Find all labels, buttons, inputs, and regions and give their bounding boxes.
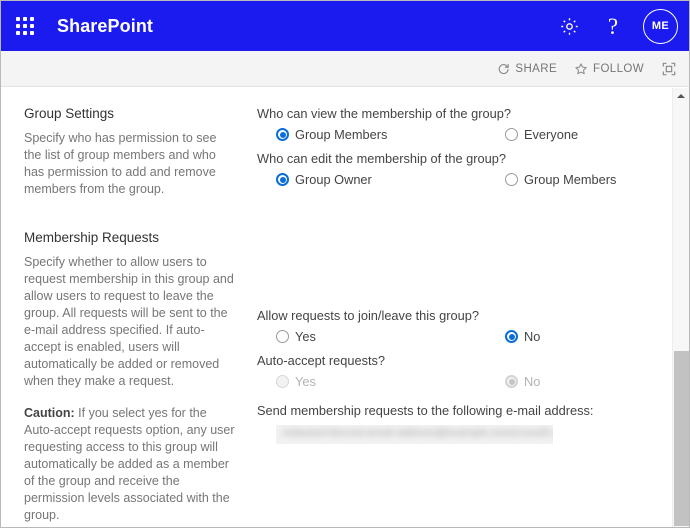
share-label: SHARE [515,62,558,75]
command-bar: SHARE FOLLOW [1,51,689,87]
avatar[interactable]: ME [643,8,678,44]
group-settings-description-block: Group Settings Specify who has permissio… [24,106,236,198]
app-launcher-icon[interactable] [1,1,49,51]
descriptions-column: Group Settings Specify who has permissio… [24,106,236,524]
membership-requests-fields: Allow requests to join/leave this group?… [257,308,657,444]
radio-edit-group-members[interactable]: Group Members [505,172,616,187]
radio-view-group-members[interactable]: Group Members [257,127,505,142]
help-glyph: ? [607,13,619,39]
help-icon[interactable]: ? [591,1,635,51]
radio-mark[interactable] [505,128,518,141]
radio-mark[interactable] [276,330,289,343]
sharepoint-window: SharePoint ? ME SHARE FOLLOW Group Setti… [0,0,690,528]
email-input-value: redacted-blurred-email-address@example.o… [282,427,553,439]
app-launcher-grid [16,17,34,35]
auto-accept-question: Auto-accept requests? [257,353,386,368]
caution-label: Caution: [24,406,75,420]
radio-mark [505,375,518,388]
caution-text: If you select yes for the Auto-accept re… [24,406,235,522]
gear-icon[interactable] [547,1,591,51]
group-settings-title: Group Settings [24,106,115,121]
vertical-scrollbar[interactable] [672,88,689,527]
radio-mark[interactable] [505,330,518,343]
edit-membership-question: Who can edit the membership of the group… [257,151,506,166]
suite-bar: SharePoint ? ME [1,1,689,51]
radio-label: Yes [295,329,316,344]
scrollbar-thumb[interactable] [674,351,689,526]
radio-edit-group-owner[interactable]: Group Owner [257,172,505,187]
share-icon [497,62,510,75]
membership-requests-description: Specify whether to allow users to reques… [24,255,234,388]
allow-requests-question: Allow requests to join/leave this group? [257,308,479,323]
group-settings-description: Specify who has permission to see the li… [24,131,217,196]
radio-allow-requests-no[interactable]: No [505,329,540,344]
radio-auto-accept-no: No [505,374,540,389]
radio-allow-requests-yes[interactable]: Yes [257,329,505,344]
view-membership-radio-group: Group Members Everyone [257,127,657,142]
auto-accept-radio-group: Yes No [257,374,657,389]
group-settings-fields: Who can view the membership of the group… [257,106,657,187]
focus-on-content-icon [661,61,677,77]
membership-requests-caution: Caution: If you select yes for the Auto-… [24,405,236,524]
edit-membership-radio-group: Group Owner Group Members [257,172,657,187]
radio-mark[interactable] [276,173,289,186]
brand-sharepoint[interactable]: SharePoint [57,16,153,37]
email-input[interactable]: redacted-blurred-email-address@example.o… [276,425,553,444]
radio-label: No [524,374,541,389]
membership-requests-description-block: Membership Requests Specify whether to a… [24,230,236,524]
focus-on-content-button[interactable] [661,61,677,77]
radio-label: Group Members [295,127,388,142]
radio-label: Group Members [524,172,617,187]
radio-mark[interactable] [276,128,289,141]
radio-mark [276,375,289,388]
settings-content: Group Settings Specify who has permissio… [1,88,689,527]
suite-bar-actions: ? ME [547,1,689,51]
radio-label: Everyone [524,127,579,142]
radio-label: Group Owner [295,172,372,187]
radio-label: No [524,329,541,344]
follow-label: FOLLOW [593,62,644,75]
radio-auto-accept-yes: Yes [257,374,505,389]
email-question: Send membership requests to the followin… [257,403,594,418]
radio-label: Yes [295,374,316,389]
membership-requests-title: Membership Requests [24,230,160,245]
allow-requests-radio-group: Yes No [257,329,657,344]
form-column: Who can view the membership of the group… [257,106,657,444]
view-membership-question: Who can view the membership of the group… [257,106,511,121]
follow-button[interactable]: FOLLOW [574,62,644,76]
star-icon [574,62,588,76]
share-button[interactable]: SHARE [497,62,557,75]
scroll-up-arrow-icon[interactable] [673,88,689,104]
radio-mark[interactable] [505,173,518,186]
settings-content-inner: Group Settings Specify who has permissio… [1,88,689,522]
radio-view-everyone[interactable]: Everyone [505,127,578,142]
